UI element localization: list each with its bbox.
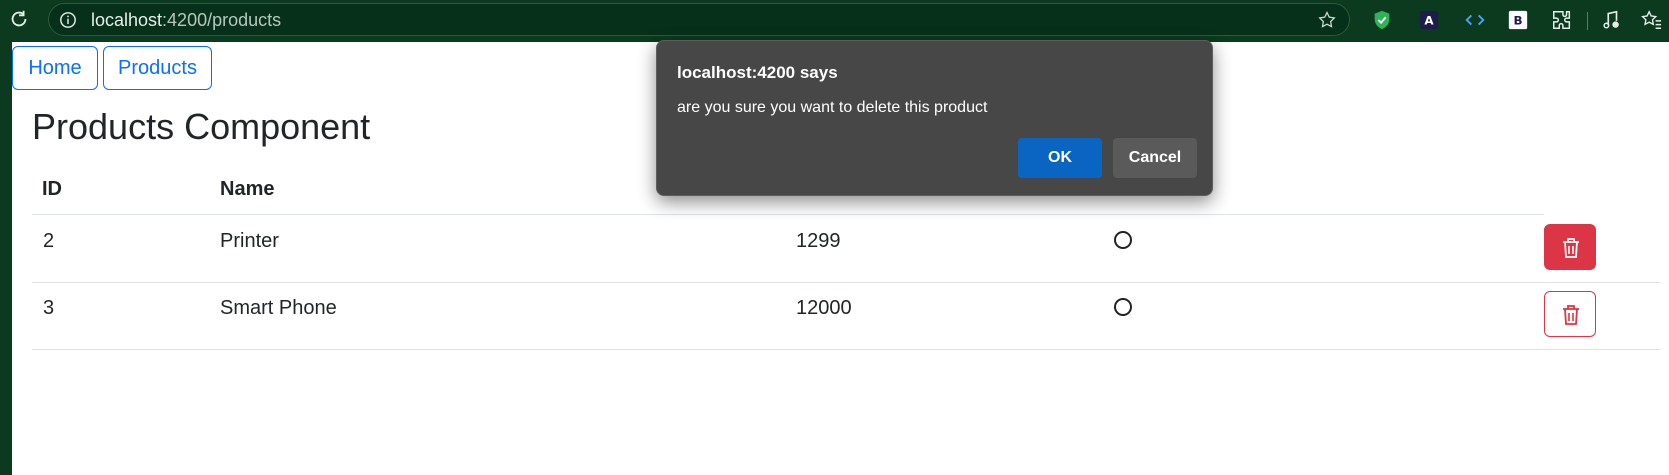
page-title: Products Component bbox=[32, 106, 371, 147]
url-text[interactable]: localhost:4200/products bbox=[91, 10, 281, 31]
product-name: Printer bbox=[220, 230, 279, 252]
bootstrap-extension-icon[interactable]: B bbox=[1507, 9, 1529, 31]
url-host: localhost bbox=[91, 10, 163, 30]
browser-toolbar: localhost:4200/products A B bbox=[0, 0, 1669, 40]
extensions-puzzle-icon[interactable] bbox=[1551, 9, 1573, 31]
dialog-message: are you sure you want to delete this pro… bbox=[677, 99, 988, 116]
trash-icon bbox=[1563, 305, 1579, 325]
product-name: Smart Phone bbox=[220, 297, 337, 319]
reload-icon[interactable] bbox=[8, 8, 30, 30]
product-price: 1299 bbox=[796, 230, 841, 252]
address-bar[interactable]: localhost:4200/products bbox=[48, 3, 1350, 36]
ok-button[interactable]: OK bbox=[1018, 138, 1102, 178]
favorites-icon[interactable] bbox=[1640, 9, 1662, 31]
row-divider bbox=[32, 349, 1660, 350]
alert-dialog: localhost:4200 says are you sure you wan… bbox=[656, 40, 1213, 196]
dialog-title: localhost:4200 says bbox=[677, 63, 838, 82]
cancel-button[interactable]: Cancel bbox=[1113, 138, 1197, 178]
shield-extension-icon[interactable] bbox=[1371, 9, 1393, 31]
svg-text:B: B bbox=[1513, 14, 1522, 28]
product-id: 2 bbox=[43, 230, 55, 252]
row-divider bbox=[32, 282, 1660, 283]
toolbar-separator bbox=[1587, 12, 1588, 30]
column-header-id: ID bbox=[42, 178, 62, 200]
product-id: 3 bbox=[43, 297, 55, 319]
bookmark-star-icon[interactable] bbox=[1317, 10, 1337, 30]
trash-icon bbox=[1563, 238, 1579, 258]
code-extension-icon[interactable] bbox=[1464, 9, 1486, 31]
site-info-icon[interactable] bbox=[59, 11, 77, 29]
table-header-divider bbox=[32, 214, 1544, 215]
product-radio[interactable] bbox=[1114, 231, 1132, 249]
nav-products-button[interactable]: Products bbox=[103, 46, 212, 90]
product-radio[interactable] bbox=[1114, 298, 1132, 316]
product-price: 12000 bbox=[796, 297, 852, 319]
translate-extension-icon[interactable]: A bbox=[1418, 9, 1440, 31]
svg-text:A: A bbox=[1424, 14, 1434, 28]
delete-button[interactable] bbox=[1544, 224, 1596, 270]
column-header-name: Name bbox=[220, 178, 275, 200]
delete-button[interactable] bbox=[1544, 291, 1596, 337]
nav-home-button[interactable]: Home bbox=[12, 46, 98, 90]
media-control-icon[interactable] bbox=[1600, 9, 1622, 31]
url-path: :4200/products bbox=[162, 10, 282, 30]
